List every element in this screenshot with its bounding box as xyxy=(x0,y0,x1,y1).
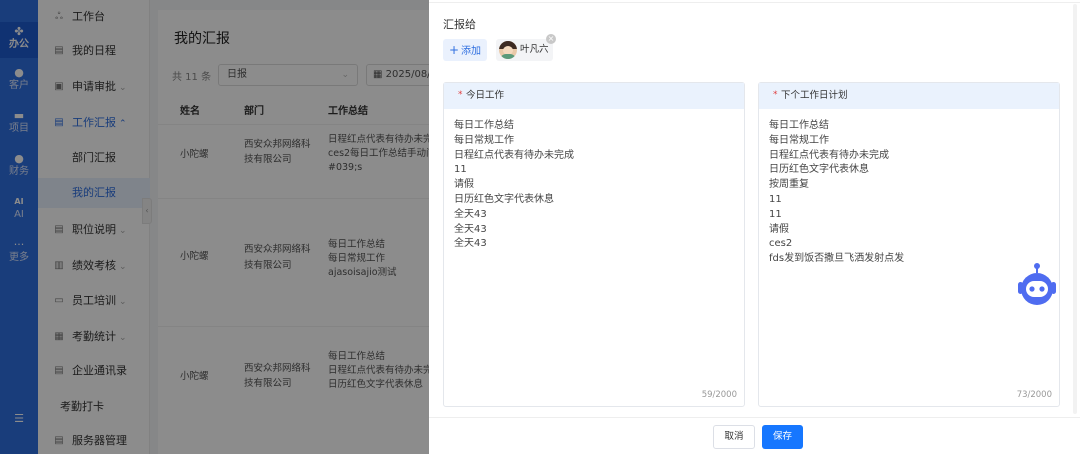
today-work-textarea[interactable]: * 今日工作 每日工作总结 每日常规工作日程红点代表有待办未完成 11 请假日历红色文… xyxy=(443,82,745,407)
content-line: 全天43 xyxy=(454,223,487,235)
cancel-button[interactable]: 取消 xyxy=(713,425,755,449)
content-line: 按周重复 xyxy=(769,179,809,191)
recipient-name: 叶凡六 xyxy=(520,44,549,55)
content-line: 11 xyxy=(454,164,467,176)
content-line: 日历红色文字代表休息 xyxy=(454,193,554,205)
content-line: 每日工作总结 xyxy=(454,120,514,131)
divider xyxy=(429,2,1080,3)
recipient-tag: 叶凡六 × xyxy=(496,34,556,61)
avatar xyxy=(499,41,517,59)
plus-icon: + xyxy=(448,43,460,57)
required-mark-icon: * xyxy=(458,90,463,100)
scrollbar[interactable] xyxy=(1073,4,1077,414)
report-drawer: 汇报给 + 添加 叶凡六 × * 今日工作 每日工作总结 每日常规工作 日程红点代表有… xyxy=(429,0,1080,454)
content-line: fds发到饭否撒旦飞洒发射点发 xyxy=(769,253,905,265)
required-mark-icon: * xyxy=(773,90,778,100)
content-line: 日程红点代表有待办未完成 xyxy=(769,149,889,161)
ai-assistant-robot-icon[interactable] xyxy=(1015,262,1059,308)
content-line: ces2 xyxy=(769,238,793,250)
content-line: 日历红色文字代表休息 xyxy=(769,164,869,176)
content-line: 每日工作总结 xyxy=(769,120,829,131)
next-plan-content: 每日工作总结 每日常规工作日程红点代表有待办未完成 日历红色文字代表休息 按周重复 11… xyxy=(769,119,904,267)
remove-recipient-icon[interactable]: × xyxy=(546,34,556,44)
next-plan-textarea[interactable]: * 下个工作日计划 每日工作总结 每日常规工作日程红点代表有待办未完成 日历红色文字… xyxy=(758,82,1060,407)
add-recipient-button[interactable]: + 添加 xyxy=(443,39,487,61)
content-line: 每日常规工作 xyxy=(769,134,829,146)
content-line: 11 xyxy=(769,208,782,220)
today-work-content: 每日工作总结 每日常规工作日程红点代表有待办未完成 11 请假日历红色文字代表休息 全天… xyxy=(454,119,574,252)
today-work-header: * 今日工作 xyxy=(444,83,744,109)
next-plan-header: * 下个工作日计划 xyxy=(759,83,1059,109)
content-line: 11 xyxy=(769,193,782,205)
report-to-label: 汇报给 xyxy=(443,18,476,31)
content-line: 全天43 xyxy=(454,208,487,220)
save-button[interactable]: 保存 xyxy=(762,425,803,449)
content-line: 全天43 xyxy=(454,238,487,250)
char-counter: 59/2000 xyxy=(701,390,737,400)
content-line: 日程红点代表有待办未完成 xyxy=(454,149,574,161)
content-line: 每日常规工作 xyxy=(454,134,514,146)
char-counter: 73/2000 xyxy=(1016,390,1052,400)
content-line: 请假 xyxy=(769,223,789,235)
content-line: 请假 xyxy=(454,179,474,191)
divider xyxy=(429,417,1080,418)
